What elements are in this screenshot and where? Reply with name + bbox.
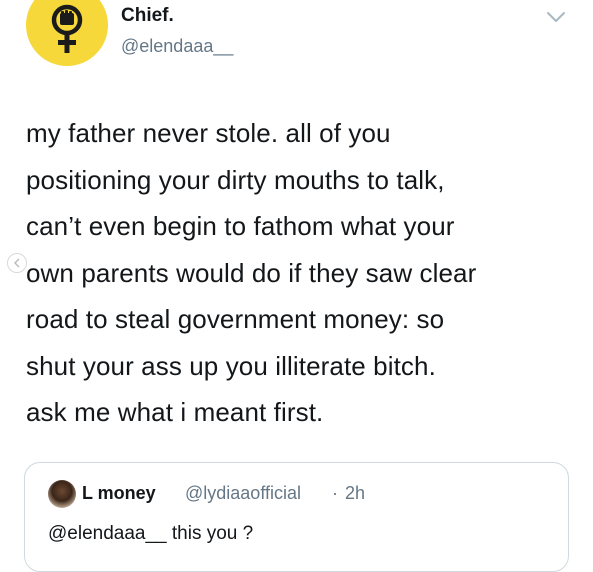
quoted-tweet-time: 2h	[345, 483, 366, 503]
quoted-author-name: L money	[82, 483, 156, 503]
quoted-tweet-text: @elendaaa__ this you ?	[48, 523, 254, 544]
tweet-text: my father never stole. all of you positi…	[26, 118, 477, 427]
chevron-left-icon	[13, 258, 20, 268]
feminist-fist-icon	[51, 4, 83, 53]
author-name[interactable]: Chief.	[121, 5, 174, 27]
previous-image-button[interactable]	[7, 253, 27, 273]
chevron-down-icon[interactable]	[546, 10, 566, 24]
author-handle[interactable]: @elendaaa__	[121, 36, 233, 57]
separator-dot: ·	[332, 483, 338, 503]
quoted-author-handle: @lydiaaofficial	[185, 483, 301, 503]
quoted-tweet-card[interactable]	[24, 462, 569, 572]
quoted-author-avatar	[48, 480, 76, 508]
